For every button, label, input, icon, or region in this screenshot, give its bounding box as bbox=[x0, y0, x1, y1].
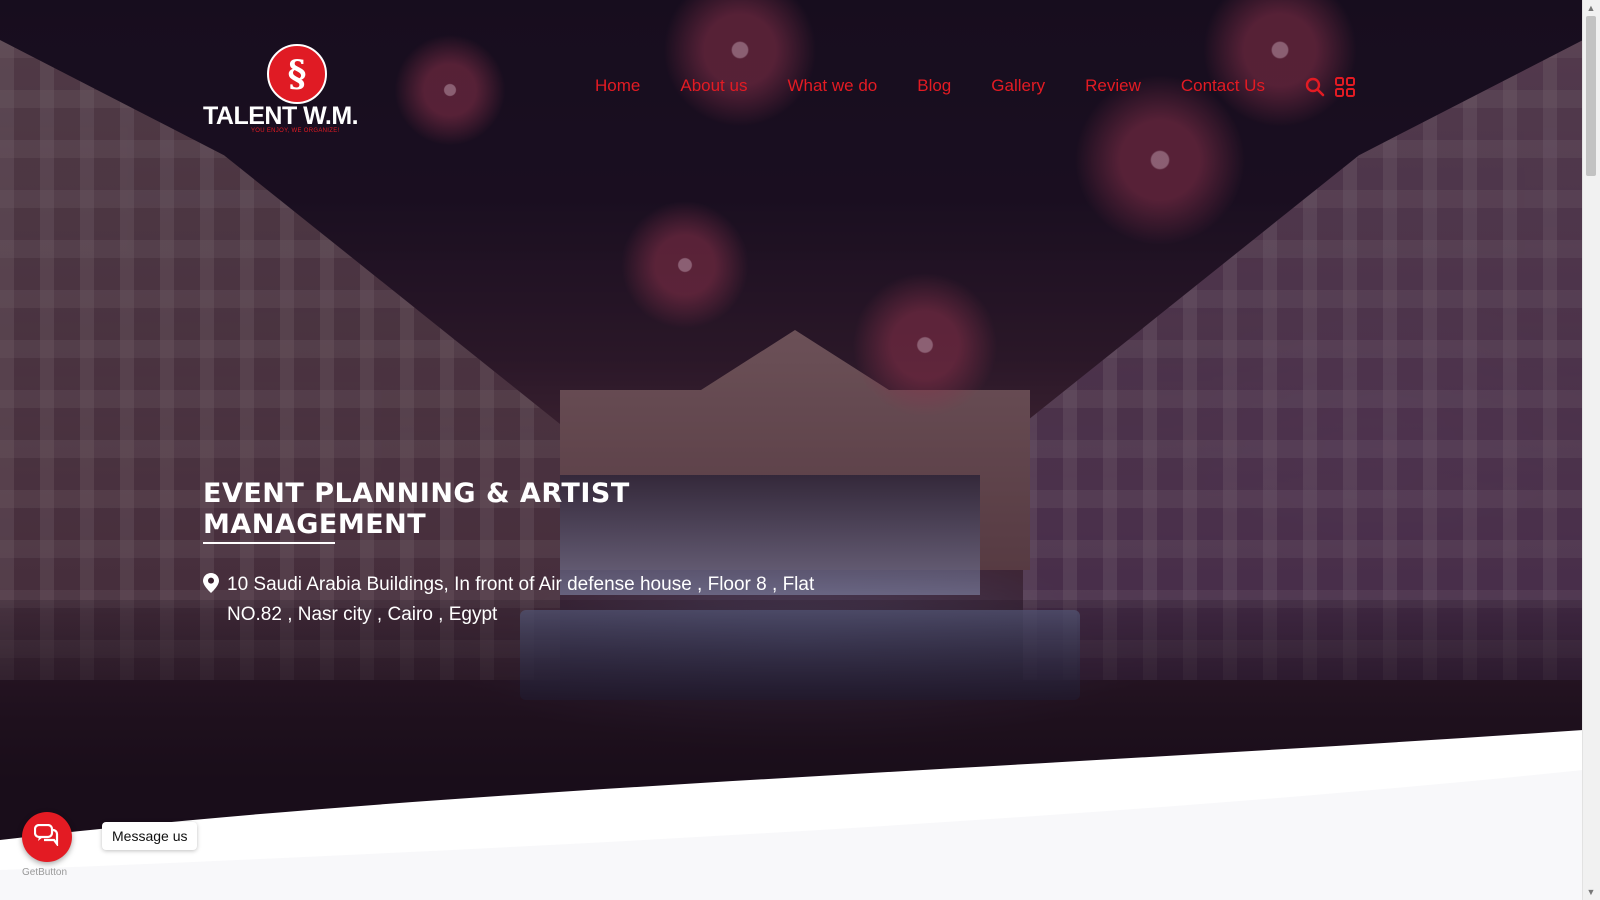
nav-item-blog[interactable]: Blog bbox=[917, 76, 951, 96]
hero-headline: EVENT PLANNING & ARTIST MANAGEMENT bbox=[203, 478, 630, 540]
nav-item-gallery[interactable]: Gallery bbox=[991, 76, 1045, 96]
main-navigation: Home About us What we do Blog Gallery Re… bbox=[595, 76, 1305, 96]
scroll-down-arrow-icon[interactable]: ▼ bbox=[1586, 887, 1596, 897]
search-icon[interactable] bbox=[1304, 76, 1326, 98]
site-logo[interactable]: § TALENT W.M. YOU ENJOY, WE ORGANIZE! bbox=[203, 44, 403, 136]
getbutton-credit[interactable]: GetButton bbox=[22, 867, 67, 878]
chat-bubble-icon bbox=[33, 823, 60, 851]
map-pin-icon bbox=[203, 573, 219, 630]
address-text: 10 Saudi Arabia Buildings, In front of A… bbox=[227, 574, 815, 625]
hero-content: EVENT PLANNING & ARTIST MANAGEMENT 10 Sa… bbox=[203, 478, 843, 630]
logo-tagline: YOU ENJOY, WE ORGANIZE! bbox=[251, 128, 340, 134]
chat-widget-button[interactable] bbox=[22, 812, 72, 862]
nav-item-about-us[interactable]: About us bbox=[680, 76, 747, 96]
scrollbar-thumb[interactable] bbox=[1586, 16, 1596, 176]
page-viewport: § TALENT W.M. YOU ENJOY, WE ORGANIZE! Ho… bbox=[0, 0, 1583, 900]
scrollbar[interactable]: ▲ ▼ bbox=[1582, 0, 1600, 900]
headline-underline bbox=[203, 542, 335, 544]
hero-address: 10 Saudi Arabia Buildings, In front of A… bbox=[203, 570, 843, 630]
grid-menu-icon[interactable] bbox=[1334, 76, 1356, 98]
nav-item-what-we-do[interactable]: What we do bbox=[787, 76, 877, 96]
nav-item-contact-us[interactable]: Contact Us bbox=[1181, 76, 1265, 96]
hero-bottom-wave bbox=[0, 730, 1583, 900]
nav-item-home[interactable]: Home bbox=[595, 76, 640, 96]
scroll-up-arrow-icon[interactable]: ▲ bbox=[1586, 3, 1596, 13]
logo-text: TALENT W.M. bbox=[203, 102, 359, 130]
header-actions bbox=[1304, 76, 1356, 98]
logo-emblem-icon: § bbox=[267, 44, 327, 104]
chat-widget-label[interactable]: Message us bbox=[102, 822, 198, 850]
nav-item-review[interactable]: Review bbox=[1085, 76, 1141, 96]
